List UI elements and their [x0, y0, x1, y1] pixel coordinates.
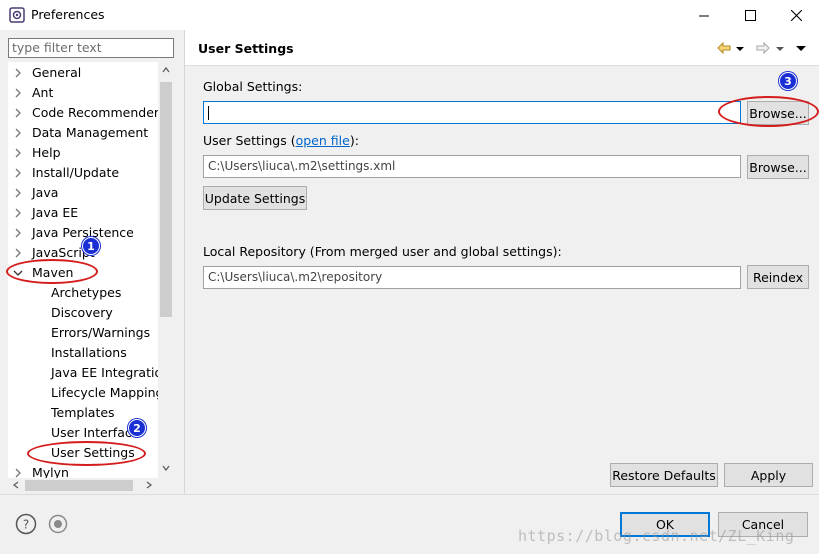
chevron-right-icon[interactable] [12, 247, 24, 259]
user-browse-button[interactable]: Browse... [747, 155, 809, 179]
tree-item-label: Discovery [51, 305, 113, 320]
tree-scroll-thumb[interactable] [160, 82, 172, 317]
chevron-right-icon[interactable] [12, 127, 24, 139]
chevron-right-icon[interactable] [12, 67, 24, 79]
update-settings-button[interactable]: Update Settings [203, 186, 307, 210]
preferences-app-icon [9, 7, 25, 23]
tree-item-label: Help [32, 145, 61, 160]
tree-item-label: Java [32, 185, 59, 200]
tree-item-label: Archetypes [51, 285, 122, 300]
tree-item-java[interactable]: Java [8, 183, 168, 203]
help-icon[interactable]: ? [15, 513, 37, 535]
minimize-button[interactable] [681, 0, 727, 30]
tree-item-label: Templates [51, 405, 115, 420]
watermark: https://blog.csdn.net/ZL_King [518, 527, 795, 545]
user-settings-input[interactable]: C:\Users\liuca\.m2\settings.xml [203, 155, 741, 178]
tree-item-label: Ant [32, 85, 54, 100]
tree-hscroll-thumb[interactable] [25, 480, 133, 491]
maximize-button[interactable] [727, 0, 773, 30]
tree-item-label: Code Recommenders [32, 105, 166, 120]
text-caret [208, 106, 209, 120]
tree-item-label: General [32, 65, 82, 80]
tree-item-label: Installations [51, 345, 127, 360]
svg-text:?: ? [23, 518, 29, 532]
user-settings-label: User Settings (open file): [203, 133, 359, 148]
global-settings-label: Global Settings: [203, 79, 303, 94]
forward-dropdown-icon[interactable] [776, 40, 784, 56]
annotation-badge-3: 3 [779, 72, 797, 90]
apply-button[interactable]: Apply [724, 463, 813, 487]
scroll-down-icon[interactable] [162, 464, 170, 472]
tree-item-label: Java EE [32, 205, 79, 220]
page-title: User Settings [198, 41, 294, 56]
annotation-badge-2: 2 [128, 419, 146, 437]
tree-item-code-recommenders[interactable]: Code Recommenders [8, 103, 168, 123]
annotation-oval-browse [718, 96, 819, 127]
tree-item-templates[interactable]: Templates [8, 403, 168, 423]
tree-item-java-ee[interactable]: Java EE [8, 203, 168, 223]
tree-item-install-update[interactable]: Install/Update [8, 163, 168, 183]
reindex-button[interactable]: Reindex [747, 265, 809, 289]
scroll-right-icon[interactable] [145, 481, 153, 489]
close-icon [790, 9, 802, 21]
title-bar: Preferences [0, 0, 819, 30]
tree-vertical-scrollbar[interactable] [158, 62, 174, 478]
annotation-badge-1: 1 [82, 237, 100, 255]
back-arrow-icon[interactable] [716, 40, 732, 56]
maximize-icon [744, 9, 756, 21]
chevron-right-icon[interactable] [12, 227, 24, 239]
tree-item-ant[interactable]: Ant [8, 83, 168, 103]
chevron-right-icon[interactable] [12, 147, 24, 159]
scroll-left-icon[interactable] [12, 481, 20, 489]
tree-item-discovery[interactable]: Discovery [8, 303, 168, 323]
tree-item-lifecycle-mappings[interactable]: Lifecycle Mappings [8, 383, 170, 403]
chevron-right-icon[interactable] [12, 207, 24, 219]
global-settings-input[interactable] [203, 101, 741, 124]
tree-item-java-ee-integration[interactable]: Java EE Integration [8, 363, 171, 383]
chevron-right-icon[interactable] [12, 87, 24, 99]
tree-item-label: Data Management [32, 125, 149, 140]
import-export-icon[interactable] [47, 513, 69, 535]
scroll-corner [158, 478, 174, 493]
chevron-right-icon[interactable] [12, 107, 24, 119]
minimize-icon [698, 15, 709, 16]
scroll-up-icon[interactable] [162, 66, 170, 74]
tree-item-installations[interactable]: Installations [8, 343, 168, 363]
tree-item-errors-warnings[interactable]: Errors/Warnings [8, 323, 168, 343]
forward-arrow-icon[interactable] [755, 40, 771, 56]
restore-defaults-button[interactable]: Restore Defaults [610, 463, 718, 487]
close-button[interactable] [773, 0, 819, 30]
tree-item-general[interactable]: General [8, 63, 168, 83]
tree-item-label: Install/Update [32, 165, 120, 180]
local-repository-label: Local Repository (From merged user and g… [203, 244, 562, 259]
window-title: Preferences [31, 7, 105, 22]
annotation-oval-maven [6, 259, 98, 284]
tree-item-label: Lifecycle Mappings [51, 385, 170, 400]
annotation-oval-user-settings [27, 441, 146, 466]
tree-item-archetypes[interactable]: Archetypes [8, 283, 168, 303]
tree-item-label: Mylyn [32, 465, 69, 478]
footer-separator [0, 494, 819, 495]
back-dropdown-icon[interactable] [736, 40, 744, 56]
pane-divider[interactable] [184, 30, 185, 494]
chevron-right-icon[interactable] [12, 167, 24, 179]
tree-item-help[interactable]: Help [8, 143, 168, 163]
tree-horizontal-scrollbar[interactable] [8, 478, 158, 493]
tree-item-label: Errors/Warnings [51, 325, 151, 340]
tree-item-label: Java EE Integration [51, 365, 171, 380]
view-menu-icon[interactable] [795, 40, 807, 56]
filter-input[interactable]: type filter text [8, 38, 174, 58]
tree-item-data-management[interactable]: Data Management [8, 123, 168, 143]
local-repository-input[interactable]: C:\Users\liuca\.m2\repository [203, 266, 741, 289]
open-file-link[interactable]: open file [296, 133, 350, 148]
tree-item-label: User Interface [51, 425, 140, 440]
chevron-right-icon[interactable] [12, 467, 24, 478]
page-header: User Settings [185, 30, 819, 66]
chevron-right-icon[interactable] [12, 187, 24, 199]
